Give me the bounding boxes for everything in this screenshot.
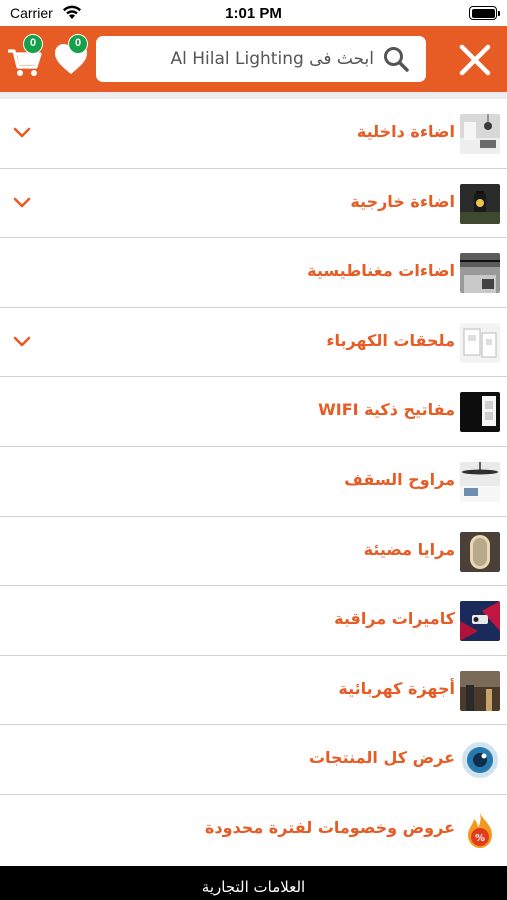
chevron-down-icon[interactable]	[12, 126, 32, 140]
menu-item-label: اضاءة داخلية	[356, 122, 455, 141]
chevron-down-icon[interactable]	[12, 196, 32, 210]
electrical-accessories-thumb	[460, 322, 500, 363]
header-divider	[0, 92, 507, 99]
menu-item-ceiling-fans[interactable]: مراوح السقف	[0, 447, 507, 517]
outdoor-lighting-thumb	[460, 183, 500, 224]
menu-item-outdoor-lighting[interactable]: اضاءة خارجية	[0, 169, 507, 239]
app-header: 0 0 ابحث فى Al Hilal Lighting	[0, 26, 507, 92]
menu-item-limited-offers[interactable]: % عروض وخصومات لفترة محدودة	[0, 795, 507, 865]
brands-label: العلامات التجارية	[201, 878, 306, 896]
menu-item-label: اضاءة خارجية	[350, 191, 455, 211]
magnetic-lighting-thumb	[460, 253, 500, 294]
category-menu: اضاءة داخلية اضاءة خارجية اضاءات مغناطيس…	[0, 99, 507, 865]
electrical-appliances-thumb	[460, 670, 500, 711]
menu-item-smart-switches[interactable]: مفاتيح ذكية WIFI	[0, 377, 507, 447]
svg-text:%: %	[475, 833, 485, 844]
fire-discount-icon: %	[468, 811, 492, 848]
menu-item-label: مرايا مضيئة	[363, 539, 455, 559]
menu-item-label: اضاءات مغناطيسية	[307, 261, 455, 281]
lit-mirror-thumb	[460, 531, 500, 572]
menu-item-lit-mirrors[interactable]: مرايا مضيئة	[0, 517, 507, 587]
wishlist-button[interactable]: 0	[52, 34, 90, 78]
close-button[interactable]	[457, 42, 493, 78]
menu-item-label: عرض كل المنتجات	[308, 748, 455, 768]
security-camera-thumb	[460, 601, 500, 642]
status-time: 1:01 PM	[225, 5, 282, 22]
menu-item-security-cameras[interactable]: كاميرات مراقبة	[0, 586, 507, 656]
cart-button[interactable]: 0	[7, 34, 43, 78]
menu-item-label: مراوح السقف	[344, 469, 455, 489]
menu-item-magnetic-lighting[interactable]: اضاءات مغناطيسية	[0, 238, 507, 308]
menu-item-label: مفاتيح ذكية WIFI	[318, 400, 455, 420]
menu-item-electrical-appliances[interactable]: أجهزة كهربائية	[0, 656, 507, 726]
menu-item-all-products[interactable]: عرض كل المنتجات	[0, 725, 507, 795]
smart-switch-thumb	[460, 392, 500, 433]
search-input[interactable]: ابحث فى Al Hilal Lighting	[96, 36, 426, 82]
wishlist-count-badge: 0	[68, 34, 88, 54]
eye-icon	[462, 742, 498, 779]
cart-count-badge: 0	[23, 34, 43, 54]
close-icon	[459, 44, 491, 76]
search-icon	[384, 47, 409, 72]
chevron-down-icon[interactable]	[12, 335, 32, 349]
menu-item-label: ملحقات الكهرباء	[326, 330, 455, 350]
menu-item-label: كاميرات مراقبة	[334, 609, 455, 629]
menu-item-electrical-accessories[interactable]: ملحقات الكهرباء	[0, 308, 507, 378]
menu-item-label: عروض وخصومات لفترة محدودة	[204, 817, 455, 837]
menu-item-label: أجهزة كهربائية	[338, 678, 455, 698]
indoor-lighting-thumb	[460, 114, 500, 154]
brands-bar[interactable]: العلامات التجارية	[0, 866, 507, 900]
menu-item-indoor-lighting[interactable]: اضاءة داخلية	[0, 99, 507, 169]
search-placeholder: ابحث فى Al Hilal Lighting	[170, 49, 374, 69]
status-bar: Carrier 1:01 PM	[0, 0, 507, 26]
ceiling-fan-thumb	[460, 461, 500, 502]
battery-icon	[469, 6, 500, 20]
